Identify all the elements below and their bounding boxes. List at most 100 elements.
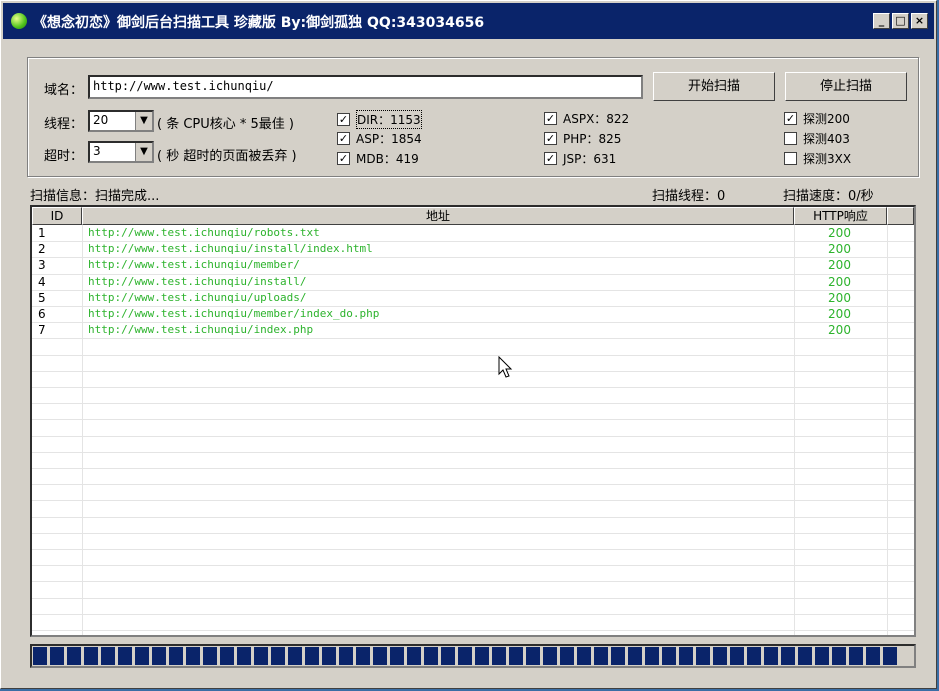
timeout-value: 3 (93, 144, 101, 158)
cell-url: http://www.test.ichunqiu/member/index_do… (88, 307, 380, 320)
progress-segment (526, 647, 540, 665)
cell-url: http://www.test.ichunqiu/robots.txt (88, 226, 320, 239)
progress-segment (611, 647, 625, 665)
close-button[interactable]: × (911, 13, 928, 29)
checkbox-icon: ✓ (337, 152, 350, 165)
check-probe-403-label: 探测403 (803, 132, 850, 146)
table-row[interactable]: 7 http://www.test.ichunqiu/index.php 200 (32, 322, 914, 338)
progress-segment (424, 647, 438, 665)
column-header-empty (887, 207, 914, 225)
check-aspx[interactable]: ✓ ASPX：822 (544, 110, 629, 127)
progress-segment (645, 647, 659, 665)
table-row[interactable]: 4 http://www.test.ichunqiu/install/200 (32, 274, 914, 290)
progress-segment (560, 647, 574, 665)
scan-threads: 扫描线程：0 (652, 189, 726, 204)
cell-id: 2 (38, 242, 46, 257)
progress-segment (832, 647, 846, 665)
check-jsp-label: JSP：631 (563, 152, 617, 166)
progress-segment (696, 647, 710, 665)
progress-segment (849, 647, 863, 665)
table-row[interactable]: 1 http://www.test.ichunqiu/robots.txt 200 (32, 225, 914, 241)
threads-value: 20 (93, 113, 109, 127)
stop-scan-button[interactable]: 停止扫描 (785, 72, 907, 101)
progress-segment (101, 647, 115, 665)
cell-http-status: 200 (828, 323, 851, 338)
cell-id: 5 (38, 290, 46, 305)
cell-url: http://www.test.ichunqiu/install/ (88, 274, 307, 288)
cell-http-status: 200 (828, 290, 851, 305)
progress-segment (713, 647, 727, 665)
checkbox-icon: ✓ (544, 112, 557, 125)
progress-segment (271, 647, 285, 665)
column-header-url[interactable]: 地址 (82, 207, 794, 225)
progress-segment (747, 647, 761, 665)
table-row[interactable]: 6 http://www.test.ichunqiu/member/index_d… (32, 306, 914, 322)
progress-segment (815, 647, 829, 665)
progress-segment (356, 647, 370, 665)
check-probe-200-label: 探测200 (803, 112, 850, 126)
maximize-button[interactable]: □ (892, 13, 909, 29)
check-php[interactable]: ✓ PHP：825 (544, 130, 621, 147)
timeout-select[interactable]: 3 ▼ (88, 141, 154, 163)
check-probe-200[interactable]: ✓ 探测200 (784, 110, 850, 127)
minimize-button[interactable]: _ (873, 13, 890, 29)
check-aspx-label: ASPX：822 (563, 112, 630, 126)
check-asp-label: ASP：1854 (356, 132, 422, 146)
progress-segment (373, 647, 387, 665)
progress-segment (203, 647, 217, 665)
checkbox-icon (784, 132, 797, 145)
cell-url: http://www.test.ichunqiu/index.php (88, 323, 314, 337)
mouse-cursor-icon (498, 356, 513, 378)
progress-segment (288, 647, 302, 665)
table-body: 1 http://www.test.ichunqiu/robots.txt 200 2… (32, 225, 914, 635)
check-probe-403[interactable]: 探测403 (784, 130, 850, 147)
check-probe-3xx[interactable]: 探测3XX (784, 150, 851, 167)
scan-info: 扫描信息：扫描完成... (30, 189, 160, 204)
results-table[interactable]: ID 地址 HTTP响应 1 http://www.test.ichunqiu/r… (30, 205, 916, 637)
progress-segment (254, 647, 268, 665)
scan-speed: 扫描速度：0/秒 (783, 189, 874, 204)
scan-progress-bar (30, 644, 916, 668)
progress-segment (186, 647, 200, 665)
progress-segment (118, 647, 132, 665)
chevron-down-icon[interactable]: ▼ (135, 112, 152, 130)
domain-input[interactable]: http://www.test.ichunqiu/ (88, 75, 643, 99)
check-dir-label: DIR：1153 (356, 110, 422, 129)
check-jsp[interactable]: ✓ JSP：631 (544, 150, 616, 167)
checkbox-icon: ✓ (337, 113, 350, 126)
title-bar[interactable]: 《想念初恋》御剑后台扫描工具 珍藏版 By:御剑孤独 QQ:343034656 … (3, 3, 934, 39)
progress-segment (594, 647, 608, 665)
check-asp[interactable]: ✓ ASP：1854 (337, 130, 422, 147)
progress-segment (305, 647, 319, 665)
column-header-http[interactable]: HTTP响应 (794, 207, 887, 225)
cell-url: http://www.test.ichunqiu/member/ (88, 258, 300, 272)
progress-segment (866, 647, 880, 665)
progress-segment (390, 647, 404, 665)
progress-segment (322, 647, 336, 665)
check-mdb[interactable]: ✓ MDB：419 (337, 150, 419, 167)
timeout-hint: ( 秒 超时的页面被丢弃 ) (157, 149, 297, 164)
start-scan-button[interactable]: 开始扫描 (653, 72, 775, 101)
progress-segment (798, 647, 812, 665)
progress-segment (441, 647, 455, 665)
table-row[interactable]: 3 http://www.test.ichunqiu/member/200 (32, 257, 914, 273)
progress-segment (662, 647, 676, 665)
chevron-down-icon[interactable]: ▼ (135, 143, 152, 161)
table-row[interactable]: 5 http://www.test.ichunqiu/uploads/200 (32, 290, 914, 306)
cell-url: http://www.test.ichunqiu/install/index.h… (88, 242, 373, 256)
threads-select[interactable]: 20 ▼ (88, 110, 154, 132)
domain-label: 域名： (44, 83, 84, 98)
progress-segment (33, 647, 47, 665)
progress-segment (628, 647, 642, 665)
timeout-label: 超时： (44, 149, 84, 164)
progress-segment (458, 647, 472, 665)
cell-id: 1 (38, 226, 46, 240)
check-dir[interactable]: ✓ DIR：1153 (337, 110, 422, 129)
table-row[interactable]: 2 http://www.test.ichunqiu/install/index.… (32, 241, 914, 257)
window-title: 《想念初恋》御剑后台扫描工具 珍藏版 By:御剑孤独 QQ:343034656 (33, 15, 485, 31)
checkbox-icon: ✓ (544, 132, 557, 145)
threads-label: 线程： (44, 117, 84, 132)
check-probe-3xx-label: 探测3XX (803, 152, 852, 166)
check-mdb-label: MDB：419 (356, 152, 419, 166)
column-header-id[interactable]: ID (32, 207, 82, 225)
